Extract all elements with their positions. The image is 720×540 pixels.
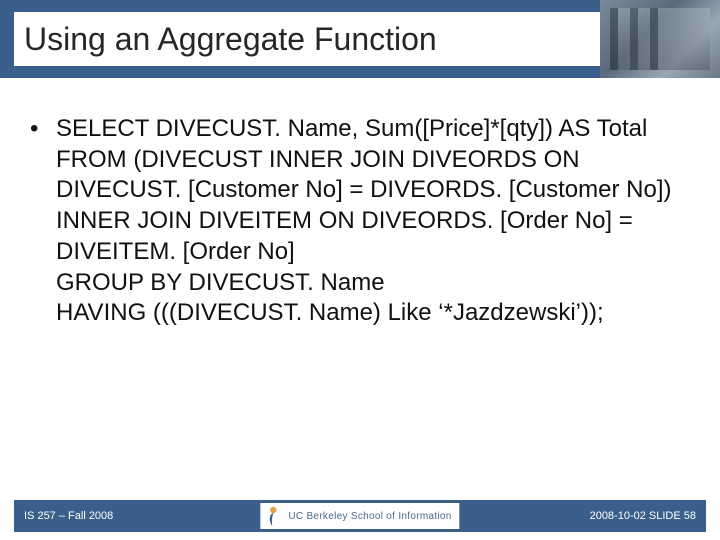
sql-block: SELECT DIVECUST. Name, Sum([Price]*[qty]… xyxy=(56,114,690,329)
title-decorative-image xyxy=(600,0,720,78)
footer: IS 257 – Fall 2008 UC Berkeley School of… xyxy=(0,494,720,540)
berkeley-logo-icon xyxy=(264,505,282,527)
footer-left: IS 257 – Fall 2008 xyxy=(24,510,113,522)
sql-having: HAVING (((DIVECUST. Name) Like ‘*Jazdzew… xyxy=(56,298,690,329)
title-inner: Using an Aggregate Function xyxy=(14,12,600,66)
footer-right: 2008-10-02 SLIDE 58 xyxy=(590,510,696,522)
bullet-glyph: • xyxy=(30,114,56,329)
slide-title: Using an Aggregate Function xyxy=(24,21,437,58)
footer-logo: UC Berkeley School of Information xyxy=(260,503,459,529)
footer-center: UC Berkeley School of Information xyxy=(260,500,459,532)
slide-content: • SELECT DIVECUST. Name, Sum([Price]*[qt… xyxy=(0,78,720,329)
sql-groupby: GROUP BY DIVECUST. Name xyxy=(56,268,690,299)
sql-select: SELECT DIVECUST. Name, Sum([Price]*[qty]… xyxy=(56,114,690,145)
bullet-item: • SELECT DIVECUST. Name, Sum([Price]*[qt… xyxy=(30,114,690,329)
title-bar: Using an Aggregate Function xyxy=(0,0,720,78)
footer-logo-text: UC Berkeley School of Information xyxy=(288,511,451,522)
sql-from: FROM (DIVECUST INNER JOIN DIVEORDS ON DI… xyxy=(56,145,690,268)
footer-bar: IS 257 – Fall 2008 UC Berkeley School of… xyxy=(14,500,706,532)
